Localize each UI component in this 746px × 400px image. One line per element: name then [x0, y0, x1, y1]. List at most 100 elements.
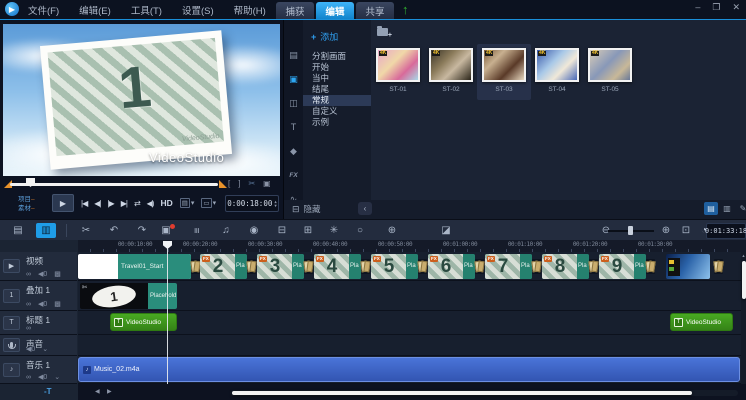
volume-icon[interactable]: ◀0	[38, 373, 47, 381]
graphic-icon[interactable]: ◆	[284, 142, 303, 160]
volume-icon[interactable]: ◀0	[26, 345, 35, 353]
scroll-up-icon[interactable]: ▲	[741, 253, 746, 258]
sound-mixer-button[interactable]: ≡	[186, 223, 206, 238]
overlay-clip[interactable]: ✄1Placehold	[80, 283, 177, 309]
mode-clip[interactable]: 素材–	[18, 204, 35, 213]
end-button[interactable]: ▶|	[121, 199, 127, 208]
timeline-view-button[interactable]: ▥	[36, 223, 56, 238]
preview-video-area[interactable]: 1 VideoStudio VideoStudio	[3, 24, 280, 176]
split-razor-button[interactable]: ✂	[76, 223, 96, 238]
collapse-icon[interactable]: ⌄	[42, 345, 48, 353]
scrollbar-thumb[interactable]	[742, 261, 746, 299]
enlarge-preview-icon[interactable]: ▣	[263, 179, 271, 188]
template-thumbnail[interactable]: 4KST-01	[371, 44, 425, 100]
template-thumbnail[interactable]: 4KST-02	[424, 44, 478, 100]
video-clip-placeholder[interactable]: 8FXPla	[542, 254, 589, 279]
video-clip-placeholder[interactable]: 4FXPla	[314, 254, 361, 279]
timecode-spinner-icon[interactable]: ▲▼	[274, 200, 276, 207]
tab-share[interactable]: 共享	[356, 2, 394, 19]
video-clip-placeholder[interactable]: 7FXPla	[485, 254, 532, 279]
link-icon[interactable]: ∞	[26, 301, 31, 308]
link-icon[interactable]: ∞	[26, 271, 31, 278]
instant-project-icon[interactable]: ▣	[284, 70, 303, 88]
scroll-right-icon[interactable]: ▶	[107, 388, 112, 395]
menu-item[interactable]: 文件(F)	[28, 3, 59, 17]
mark-out-icon[interactable]: ]	[238, 179, 240, 188]
volume-icon[interactable]: ◀0	[38, 300, 47, 308]
title-icon[interactable]: T	[284, 118, 303, 136]
upload-arrow-icon[interactable]: ↑	[402, 3, 409, 16]
category-item[interactable]: 当中	[303, 73, 371, 84]
restore-button[interactable]: ❐	[712, 2, 720, 13]
title-track-lane[interactable]	[78, 311, 741, 335]
volume-icon[interactable]: ◀0	[38, 270, 47, 278]
play-button[interactable]: ▶	[52, 194, 74, 212]
preview-window-options[interactable]: ▭▾	[201, 198, 216, 208]
tab-edit[interactable]: 编辑	[316, 2, 354, 19]
menu-item[interactable]: 编辑(E)	[79, 3, 111, 17]
add-category-button[interactable]: +添加	[311, 30, 338, 43]
category-item[interactable]: 常规	[303, 95, 371, 106]
track-header-video[interactable]: ▶视频∞◀0▩	[0, 252, 77, 281]
library-panel-toggle[interactable]: ▤	[704, 202, 718, 215]
zoom-in-button[interactable]: ⊕	[656, 223, 676, 238]
video-clip-placeholder[interactable]: 3FXPla	[257, 254, 304, 279]
scrollbar-thumb[interactable]	[232, 391, 692, 395]
template-thumbnail[interactable]: 4KST-04	[530, 44, 584, 100]
track-header-title[interactable]: T标题 1∞	[0, 311, 77, 335]
time-remap-button[interactable]: ✳	[324, 223, 344, 238]
video-track-icon[interactable]: ▶	[3, 259, 20, 273]
title-clip[interactable]: TVideoStudio	[670, 313, 733, 331]
pan-zoom-button[interactable]: ◉	[244, 223, 264, 238]
next-frame-button[interactable]: |▶	[107, 199, 113, 208]
timeline-timecode[interactable]: 0:01:33:18	[706, 223, 746, 239]
minimize-button[interactable]: –	[695, 2, 700, 13]
record-capture-option-button[interactable]: ▣	[156, 223, 176, 238]
overlay-track-lane[interactable]	[78, 281, 741, 311]
fit-project-to-window-button[interactable]: ⊡	[676, 223, 696, 238]
menu-item[interactable]: 帮助(H)	[234, 3, 266, 17]
transition-clip[interactable]	[304, 259, 313, 274]
collapse-icon[interactable]: ⌄	[54, 373, 60, 381]
video-clip-placeholder[interactable]: 2FXPla	[200, 254, 247, 279]
timeline-horizontal-scrollbar[interactable]	[230, 390, 738, 396]
fit-timeline-button[interactable]: -T	[44, 387, 52, 396]
motion-tracking-button[interactable]: ⊕	[382, 223, 402, 238]
music-track-icon[interactable]: ♪	[3, 363, 20, 377]
category-item[interactable]: 分割画面	[303, 51, 371, 62]
track-header-music[interactable]: ♪音乐 1∞◀0⌄	[0, 356, 77, 384]
category-item[interactable]: 结尾	[303, 84, 371, 95]
storyboard-view-button[interactable]: ▤	[8, 223, 28, 238]
transition-clip[interactable]	[418, 259, 427, 274]
link-icon[interactable]: ∞	[26, 374, 31, 381]
scroll-left-icon[interactable]: ◀	[95, 388, 100, 395]
split-clip-icon[interactable]: ✂	[248, 179, 255, 188]
import-folder-icon[interactable]	[377, 28, 388, 36]
mark-in-icon[interactable]: [	[228, 179, 230, 188]
preview-timecode[interactable]: 0:00:18:00▲▼	[225, 195, 279, 212]
shape-tool-button[interactable]: ○	[350, 223, 370, 238]
filter-icon[interactable]: FX	[284, 166, 303, 184]
hide-library-button[interactable]: ⊟ 隐藏	[292, 203, 321, 215]
transition-clip[interactable]	[646, 259, 655, 274]
timeline-zoom-slider[interactable]	[608, 229, 654, 233]
transition-clip[interactable]	[247, 259, 256, 274]
hd-button[interactable]: HD	[160, 198, 172, 208]
trim-out-handle[interactable]	[219, 180, 227, 188]
mosaic-icon[interactable]: ▩	[54, 300, 61, 308]
menu-item[interactable]: 设置(S)	[182, 3, 214, 17]
auto-music-button[interactable]: ♫	[216, 223, 236, 238]
transition-clip[interactable]	[361, 259, 370, 274]
video-clip-placeholder[interactable]: 9FXPla	[599, 254, 646, 279]
prev-frame-button[interactable]: ◀|	[94, 199, 100, 208]
redo-button[interactable]: ↷	[132, 223, 152, 238]
close-button[interactable]: ✕	[732, 2, 740, 13]
transition-icon[interactable]: ◫	[284, 94, 303, 112]
transition-clip[interactable]	[714, 259, 723, 274]
template-thumbnail[interactable]: 4KST-05	[583, 44, 637, 100]
tab-capture[interactable]: 捕获	[276, 2, 314, 19]
slider-handle[interactable]	[628, 226, 633, 235]
transition-clip[interactable]	[532, 259, 541, 274]
undo-button[interactable]: ↶	[104, 223, 124, 238]
options-panel-toggle[interactable]: ▥	[720, 202, 734, 215]
